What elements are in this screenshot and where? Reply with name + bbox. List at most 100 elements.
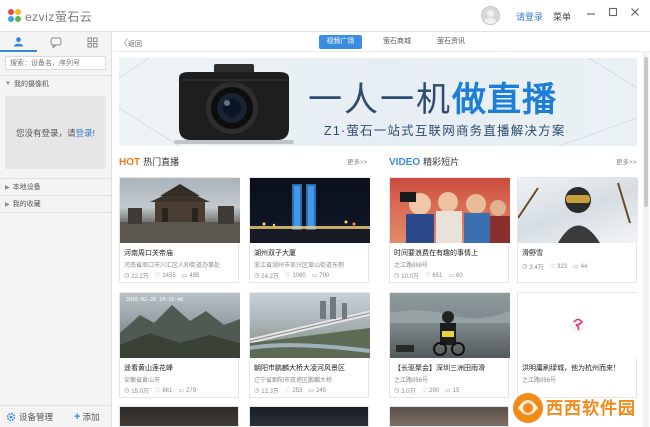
- comment-icon: ▭: [448, 273, 455, 279]
- tab-video-square[interactable]: 视频广场: [319, 35, 362, 49]
- card-title: 【长驱聚会】深圳三洲田雨滑: [394, 365, 485, 372]
- video-card[interactable]: 滑野雪 ◷ 3.4万 ♡ 323 ▭ 44: [517, 177, 638, 283]
- comment-icon: ▭: [308, 388, 315, 394]
- card-stats: ◷ 10.0万 ♡ 651 ▭ 60: [394, 272, 463, 281]
- group-label: 我的摄像机: [13, 81, 49, 88]
- back-button[interactable]: 〈返回: [119, 36, 142, 49]
- like-icon: ♡: [549, 264, 555, 270]
- card-title: 滑野雪: [522, 250, 543, 257]
- watermark-text: 西西软件园: [546, 399, 636, 418]
- card-title: 河南周口关帝庙: [124, 250, 173, 257]
- like-icon: ♡: [421, 388, 427, 394]
- comment-icon: ▭: [181, 273, 188, 279]
- live-card[interactable]: [119, 406, 239, 427]
- card-title: 时间要浪费在有趣的事情上: [394, 250, 478, 257]
- like-icon: ♡: [154, 388, 161, 394]
- views-icon: ◷: [254, 388, 260, 394]
- views-icon: ◷: [394, 273, 400, 279]
- timestamp-overlay: 2016-02-26 14:10:48: [126, 297, 183, 303]
- logo-icon: [8, 9, 22, 23]
- sidebar-footer: 设备管理 + 添加: [0, 405, 112, 427]
- close-icon[interactable]: [628, 7, 642, 21]
- group-label: 本地设备: [12, 184, 41, 191]
- video-section-title: VIDEO 精彩短片: [389, 157, 460, 168]
- card-stats: ◷ 24.2万 ♡ 1060 ▭ 700: [254, 272, 330, 281]
- card-location: 河南省周口市川汇区人和街道办事处: [124, 263, 221, 269]
- video-thumbnail: [390, 293, 510, 358]
- login-link-inline[interactable]: 登录: [76, 127, 93, 139]
- video-thumbnail: [518, 293, 638, 358]
- live-card[interactable]: [249, 406, 369, 427]
- card-stats: ◷ 3.4万 ♡ 323 ▭ 44: [522, 263, 588, 272]
- maximize-icon[interactable]: [606, 7, 620, 21]
- hot-more-link[interactable]: 更多>>: [347, 156, 368, 166]
- live-card[interactable]: 湖州双子大厦 浙江省湖州市吴兴区爱山街道东侧 ◷ 24.2万 ♡ 1060 ▭ 700: [249, 177, 370, 283]
- sidebar: ▼ 我的摄像机 您没有登录，请登录! ▶ 本地设备 ▶ 我的收藏 设备管理 + …: [0, 32, 112, 427]
- comment-icon: ▭: [178, 388, 185, 394]
- menu-button[interactable]: 菜单: [553, 10, 571, 23]
- app-logo-text: ezviz萤石云: [25, 9, 93, 24]
- tab-ezviz-news[interactable]: 萤石资讯: [431, 35, 471, 49]
- gear-icon: [6, 412, 16, 421]
- card-location: 安徽省黄山市: [124, 378, 161, 384]
- views-icon: ◷: [254, 273, 260, 279]
- card-title: 朝阳市鹏麟大桥大凌河风景区: [254, 365, 345, 372]
- watermark-logo: 西西软件园: [508, 382, 650, 427]
- app-logo: ezviz萤石云: [8, 8, 92, 24]
- promo-banner[interactable]: 一人一机 做直播 Z1·萤石一站式互联网商务直播解决方案: [119, 58, 637, 146]
- card-location: 辽宁省朝阳市双塔区鹏麟大桥: [254, 378, 333, 384]
- grid-icon: [87, 37, 98, 47]
- avatar[interactable]: [481, 6, 500, 25]
- tab-ezviz-store[interactable]: 萤石商城: [377, 35, 417, 49]
- tab-grid[interactable]: [74, 32, 111, 52]
- device-search-input[interactable]: [5, 56, 106, 70]
- card-stats: ◷ 3.0万 ♡ 290 ▭ 15: [394, 387, 460, 396]
- tab-contacts[interactable]: [0, 32, 37, 52]
- live-card[interactable]: 朝阳市鹏麟大桥大凌河风景区 辽宁省朝阳市双塔区鹏麟大桥 ◷ 12.3万 ♡ 253 …: [249, 292, 370, 398]
- plus-icon: +: [74, 410, 81, 423]
- card-author: 之江路888号: [394, 378, 429, 384]
- video-card[interactable]: 【长驱聚会】深圳三洲田雨滑 之江路888号 ◷ 3.0万 ♡ 290 ▭ 15: [389, 292, 510, 398]
- video-more-link[interactable]: 更多>>: [616, 156, 637, 166]
- title-bar: ezviz萤石云 请登录 菜单: [0, 0, 650, 32]
- card-location: 浙江省湖州市吴兴区爱山街道东侧: [254, 263, 345, 269]
- chevron-left-icon: 〈: [119, 38, 129, 48]
- card-title: 洪明庸刷绿城，他为杭州而来！: [522, 365, 620, 372]
- group-my-cameras[interactable]: ▼ 我的摄像机: [0, 76, 111, 92]
- video-card[interactable]: 时间要浪费在有趣的事情上 之江路888号 ◷ 10.0万 ♡ 651 ▭ 60: [389, 177, 510, 283]
- views-icon: ◷: [394, 388, 400, 394]
- live-card[interactable]: 2016-02-26 14:10:48 遥看黄山莲花峰 安徽省黄山市 ◷ 15.0…: [119, 292, 240, 398]
- card-stats: ◷ 12.3万 ♡ 253 ▭ 245: [254, 387, 327, 396]
- content-scrollbar[interactable]: [643, 51, 649, 427]
- comment-icon: ▭: [445, 388, 451, 394]
- caret-right-icon: ▶: [5, 184, 10, 191]
- hot-section-title: HOT 热门直播: [119, 157, 180, 168]
- add-device-button[interactable]: + 添加: [74, 411, 99, 423]
- card-title: 遥看黄山莲花峰: [124, 365, 173, 372]
- login-link[interactable]: 请登录: [516, 10, 543, 23]
- video-thumbnail: [518, 178, 638, 243]
- views-icon: ◷: [124, 388, 130, 394]
- scrollbar-thumb[interactable]: [644, 57, 648, 207]
- views-icon: ◷: [522, 264, 528, 270]
- group-favorites[interactable]: ▶ 我的收藏: [0, 196, 111, 212]
- minimize-icon[interactable]: [584, 7, 598, 21]
- chat-icon: [50, 37, 61, 48]
- live-card[interactable]: 河南周口关帝庙 河南省周口市川汇区人和街道办事处 ◷ 22.2万 ♡ 1455 ▭ 4…: [119, 177, 240, 283]
- video-thumbnail: [390, 178, 510, 243]
- device-manage-button[interactable]: 设备管理: [6, 411, 53, 423]
- card-author: 之江路888号: [394, 263, 429, 269]
- card-stats: ◷ 15.0万 ♡ 661 ▭ 279: [124, 387, 197, 396]
- group-label: 我的收藏: [12, 201, 41, 208]
- group-local-devices[interactable]: ▶ 本地设备: [0, 179, 111, 195]
- banner-subline: Z1·萤石一站式互联网商务直播解决方案: [324, 124, 566, 138]
- like-icon: ♡: [284, 273, 291, 279]
- live-thumbnail: 2016-02-26 14:10:48: [120, 293, 240, 358]
- like-icon: ♡: [154, 273, 161, 279]
- like-icon: ♡: [284, 388, 291, 394]
- video-card[interactable]: [389, 406, 509, 427]
- comment-icon: ▭: [573, 264, 579, 270]
- tab-messages[interactable]: [37, 32, 74, 52]
- live-thumbnail: [250, 178, 370, 243]
- live-thumbnail: [120, 178, 240, 243]
